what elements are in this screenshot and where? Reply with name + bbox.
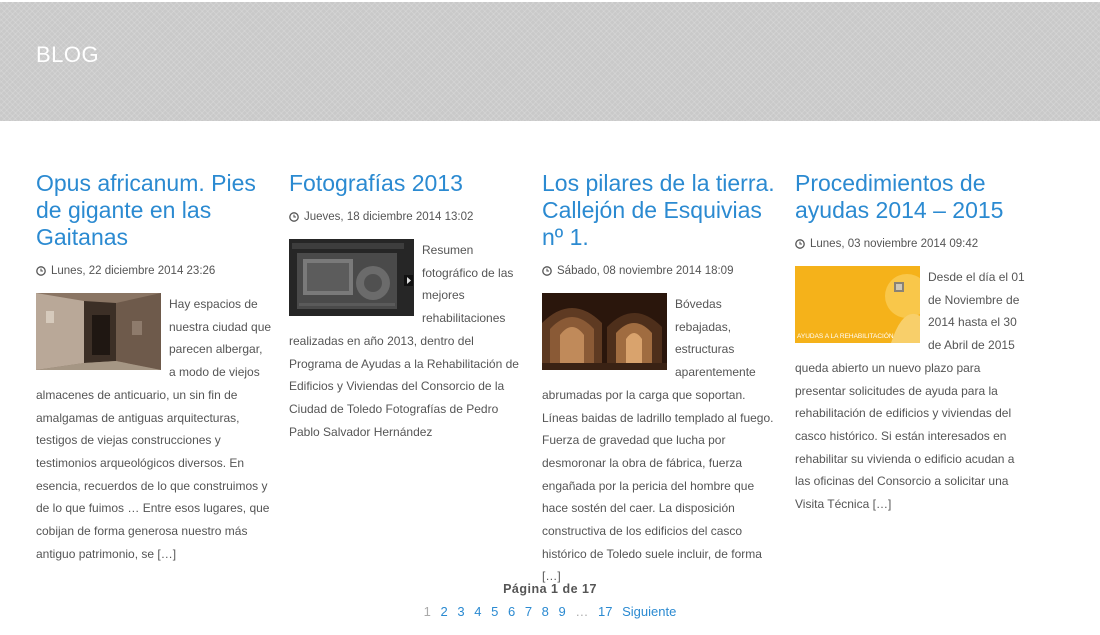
page-link-7[interactable]: 7	[525, 604, 532, 619]
post-meta: Jueves, 18 diciembre 2014 13:02	[289, 209, 525, 225]
vaults-photo	[542, 293, 667, 370]
post-thumbnail[interactable]	[289, 239, 414, 316]
post-meta: Lunes, 03 noviembre 2014 09:42	[795, 236, 1031, 252]
page: BLOG Opus africanum. Pies de gigante en …	[0, 0, 1100, 635]
post-card: Opus africanum. Pies de gigante en las G…	[36, 170, 272, 565]
poster-caption: AYUDAS A LA REHABILITACIÓN	[797, 331, 894, 340]
post-excerpt: AYUDAS A LA REHABILITACIÓN Desde el día …	[795, 266, 1031, 516]
next-page-link[interactable]: Siguiente	[622, 604, 676, 619]
page-link-4[interactable]: 4	[474, 604, 481, 619]
post-card: Procedimientos de ayudas 2014 – 2015 Lun…	[795, 170, 1031, 516]
page-links: 1 2 3 4 5 6 7 8 9 … 17 Siguiente	[0, 604, 1100, 619]
clock-icon	[542, 266, 552, 276]
post-excerpt: Resumen fotográfico de las mejores rehab…	[289, 239, 525, 443]
page-link-3[interactable]: 3	[457, 604, 464, 619]
post-meta: Lunes, 22 diciembre 2014 23:26	[36, 263, 272, 279]
post-title-link[interactable]: Procedimientos de ayudas 2014 – 2015	[795, 170, 1031, 224]
gallery-screenshot	[289, 239, 414, 316]
page-ellipsis: …	[575, 604, 589, 619]
read-more-link[interactable]: […]	[873, 497, 892, 511]
clock-icon	[289, 212, 299, 222]
post-date: Lunes, 03 noviembre 2014 09:42	[810, 238, 979, 250]
post-excerpt: Hay espacios de nuestra ciudad que parec…	[36, 293, 272, 565]
post-title-link[interactable]: Opus africanum. Pies de gigante en las G…	[36, 170, 272, 251]
post-card: Fotografías 2013 Jueves, 18 diciembre 20…	[289, 170, 525, 443]
post-thumbnail[interactable]	[36, 293, 161, 370]
post-date: Sábado, 08 noviembre 2014 18:09	[557, 265, 734, 277]
ayudas-poster: AYUDAS A LA REHABILITACIÓN	[795, 266, 920, 343]
post-title-link[interactable]: Los pilares de la tierra. Callejón de Es…	[542, 170, 778, 251]
read-more-link[interactable]: […]	[157, 547, 176, 561]
page-title: BLOG	[36, 42, 100, 67]
post-date: Jueves, 18 diciembre 2014 13:02	[304, 211, 474, 223]
page-current: 1	[423, 604, 431, 619]
clock-icon	[36, 266, 46, 276]
post-excerpt: Bóvedas rebajadas, estructuras aparentem…	[542, 293, 778, 588]
page-link-6[interactable]: 6	[508, 604, 515, 619]
page-link-9[interactable]: 9	[559, 604, 566, 619]
post-card: Los pilares de la tierra. Callejón de Es…	[542, 170, 778, 588]
page-link-5[interactable]: 5	[491, 604, 498, 619]
clock-icon	[795, 239, 805, 249]
page-count: Página 1 de 17	[503, 582, 597, 596]
page-link-2[interactable]: 2	[441, 604, 448, 619]
pagination: Página 1 de 17 1 2 3 4 5 6 7 8 9 … 17 Si…	[0, 582, 1100, 619]
page-banner: BLOG	[0, 2, 1100, 121]
page-link-8[interactable]: 8	[542, 604, 549, 619]
page-link-last[interactable]: 17	[598, 604, 612, 619]
alley-photo	[36, 293, 161, 370]
post-meta: Sábado, 08 noviembre 2014 18:09	[542, 263, 778, 279]
post-thumbnail[interactable]	[542, 293, 667, 370]
post-thumbnail[interactable]: AYUDAS A LA REHABILITACIÓN	[795, 266, 920, 343]
post-date: Lunes, 22 diciembre 2014 23:26	[51, 265, 216, 277]
post-title-link[interactable]: Fotografías 2013	[289, 170, 525, 197]
